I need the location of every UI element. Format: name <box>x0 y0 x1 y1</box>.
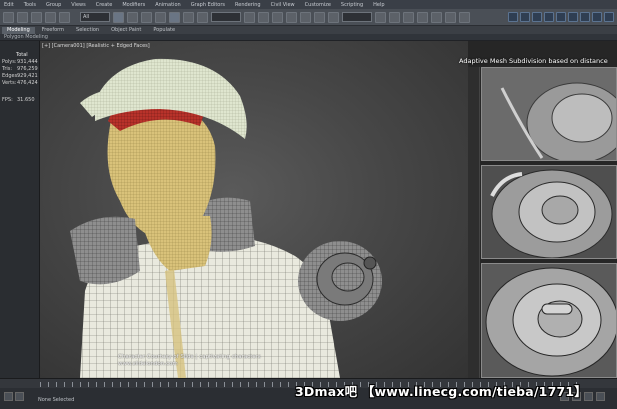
menu-create[interactable]: Create <box>96 2 113 8</box>
render-activeshade-icon[interactable] <box>556 12 566 22</box>
fps-label: FPS: <box>2 97 13 103</box>
unlink-icon[interactable] <box>45 11 56 23</box>
spinner-snap-icon[interactable] <box>328 11 339 23</box>
credit-line: Character Courtesy of Slide | captivatin… <box>118 354 261 360</box>
stats-label: Edges: <box>2 73 19 79</box>
select-move-icon[interactable] <box>169 11 180 23</box>
stats-row: Verts: 476,424 <box>2 80 38 87</box>
menu-modifiers[interactable]: Modifiers <box>122 2 145 8</box>
detail-panels-title: Adaptive Mesh Subdivision based on dista… <box>459 57 608 65</box>
fps-value: 31.650 <box>17 97 35 103</box>
menu-views[interactable]: Views <box>71 2 85 8</box>
select-scale-icon[interactable] <box>197 11 208 23</box>
ribbon-tabs: Modeling Freeform Selection Object Paint… <box>0 26 617 34</box>
armor-closeup-1 <box>482 68 616 160</box>
graphite-toolbar-icon[interactable] <box>417 11 428 23</box>
curve-editor-icon[interactable] <box>431 11 442 23</box>
tab-freeform[interactable]: Freeform <box>37 27 69 34</box>
tab-selection[interactable]: Selection <box>71 27 104 34</box>
maximize-viewport-icon[interactable] <box>596 392 605 401</box>
credit-url: www.slidelondon.com <box>118 361 178 367</box>
detail-panel-strip <box>468 67 480 378</box>
snap-toggle-icon[interactable] <box>286 11 297 23</box>
stats-row: Polys: 931,444 <box>2 59 38 66</box>
selection-filter-dropdown[interactable]: All <box>80 12 110 22</box>
select-object-icon[interactable] <box>113 11 124 23</box>
menu-edit[interactable]: Edit <box>4 2 14 8</box>
manipulate-icon[interactable] <box>258 11 269 23</box>
stats-value: 976,259 <box>17 66 38 72</box>
window-crossing-icon[interactable] <box>155 11 166 23</box>
rectangular-selection-icon[interactable] <box>141 11 152 23</box>
viewport-statistics: Total Polys: 931,444 Tris: 976,259 Edges… <box>2 52 38 104</box>
tab-modeling[interactable]: Modeling <box>2 27 35 34</box>
stats-label: Verts: <box>2 80 17 86</box>
select-by-name-icon[interactable] <box>127 11 138 23</box>
redo-icon[interactable] <box>17 11 28 23</box>
selection-status: None Selected <box>38 397 75 403</box>
angle-snap-icon[interactable] <box>300 11 311 23</box>
armor-closeup-3 <box>482 264 616 377</box>
named-selection-dropdown[interactable] <box>342 12 372 22</box>
main-toolbar: All <box>0 9 617 26</box>
character-render <box>70 58 382 378</box>
detail-view-top[interactable] <box>481 67 617 161</box>
align-icon[interactable] <box>389 11 400 23</box>
render-cloud-icon[interactable] <box>580 12 590 22</box>
viewport-label[interactable]: [+] [Camera001] [Realistic + Edged Faces… <box>42 43 150 49</box>
stats-value: 929,421 <box>17 73 38 79</box>
mirror-icon[interactable] <box>375 11 386 23</box>
reference-coordinate-dropdown[interactable] <box>211 12 241 22</box>
render-production-icon[interactable] <box>532 12 542 22</box>
pivot-icon[interactable] <box>244 11 255 23</box>
detail-view-middle[interactable] <box>481 165 617 259</box>
material-editor-icon[interactable] <box>459 11 470 23</box>
render-online-icon[interactable] <box>568 12 578 22</box>
select-rotate-icon[interactable] <box>183 11 194 23</box>
menu-rendering[interactable]: Rendering <box>235 2 261 8</box>
undo-icon[interactable] <box>3 11 14 23</box>
menu-bar: Edit Tools Group Views Create Modifiers … <box>0 0 617 9</box>
menu-customize[interactable]: Customize <box>305 2 331 8</box>
keyboard-shortcut-icon[interactable] <box>272 11 283 23</box>
stats-value: 476,424 <box>17 80 38 86</box>
menu-help[interactable]: Help <box>373 2 384 8</box>
render-iterative-icon[interactable] <box>544 12 554 22</box>
armor-closeup-2 <box>482 166 616 258</box>
stats-row: Edges: 929,421 <box>2 73 38 80</box>
bind-space-warp-icon[interactable] <box>59 11 70 23</box>
stats-label: Tris: <box>2 66 13 72</box>
render-icons <box>508 12 614 22</box>
render-a360-icon[interactable] <box>592 12 602 22</box>
tab-populate[interactable]: Populate <box>148 27 180 34</box>
render-credit: Character Courtesy of Slide | captivatin… <box>118 354 261 368</box>
menu-civil-view[interactable]: Civil View <box>271 2 295 8</box>
link-icon[interactable] <box>31 11 42 23</box>
stats-value: 931,444 <box>17 59 38 65</box>
rendered-frame-icon[interactable] <box>520 12 530 22</box>
tab-object-paint[interactable]: Object Paint <box>106 27 146 34</box>
menu-scripting[interactable]: Scripting <box>341 2 363 8</box>
help-icon[interactable] <box>604 12 614 22</box>
menu-tools[interactable]: Tools <box>24 2 36 8</box>
isolate-selection-icon[interactable] <box>15 392 24 401</box>
stats-header: Total <box>16 52 28 58</box>
main-viewport[interactable] <box>40 41 468 378</box>
stats-label: Polys: <box>2 59 17 65</box>
render-setup-icon[interactable] <box>508 12 518 22</box>
site-watermark: 3Dmax吧 【www.linecg.com/tieba/1771】 <box>295 384 587 399</box>
percent-snap-icon[interactable] <box>314 11 325 23</box>
detail-view-bottom[interactable] <box>481 263 617 378</box>
schematic-view-icon[interactable] <box>445 11 456 23</box>
ribbon-panel-label[interactable]: Polygon Modeling <box>0 34 617 41</box>
layer-explorer-icon[interactable] <box>403 11 414 23</box>
fps-readout: FPS: 31.650 <box>2 97 38 104</box>
stats-row: Tris: 976,259 <box>2 66 38 73</box>
maxscript-listener-icon[interactable] <box>4 392 13 401</box>
menu-graph-editors[interactable]: Graph Editors <box>191 2 225 8</box>
menu-group[interactable]: Group <box>46 2 61 8</box>
menu-animation[interactable]: Animation <box>155 2 181 8</box>
